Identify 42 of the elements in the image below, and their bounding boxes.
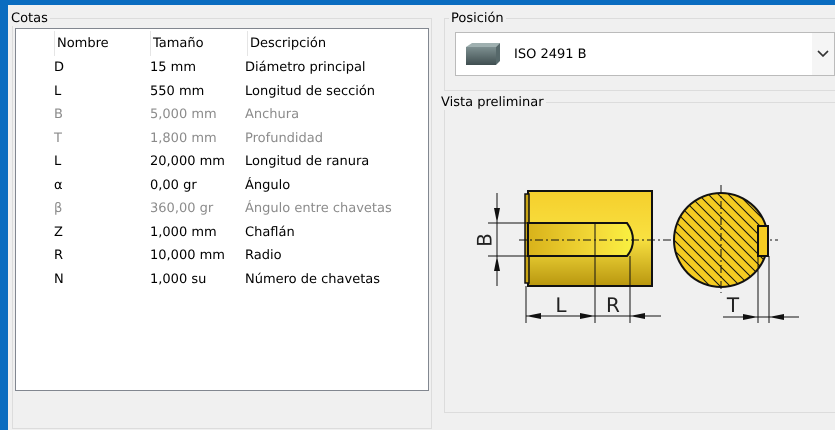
group-title: Cotas	[10, 11, 49, 26]
table-cell-text: L	[54, 84, 62, 99]
table-cell-text: 0,00 gr	[150, 178, 198, 193]
table-cell-text: 1,000 su	[150, 272, 208, 287]
table-cell: Diámetro principal	[245, 60, 366, 76]
table-cell: Ángulo	[245, 178, 290, 193]
dimension-label: L	[555, 293, 567, 317]
group-title: Vista preliminar	[440, 95, 545, 110]
table-cell: Profundidad	[245, 130, 324, 146]
dimension-label: T	[726, 293, 740, 317]
table-cell-text: Z	[54, 224, 64, 240]
table-cell-text: D	[54, 60, 66, 76]
column-header[interactable]: Nombre	[54, 31, 150, 56]
table-cell: Número de chavetas	[245, 272, 380, 287]
table-cell: Chaflán	[245, 224, 295, 240]
dimension-label: R	[606, 293, 620, 317]
table-cell: Longitud de ranura	[245, 154, 370, 170]
table-cell: Anchura	[245, 107, 300, 122]
column-header[interactable]: Tamaño	[150, 31, 247, 56]
column-header[interactable]: Descripción	[247, 31, 428, 56]
table-cell-text: L	[54, 154, 62, 170]
table-cell: Ángulo entre chavetas	[245, 201, 392, 216]
table-cell-text: 1,800 mm	[150, 130, 218, 146]
table-cell-text: 5,000 mm	[150, 107, 218, 122]
table-cell-text: α	[54, 178, 64, 193]
position-dropdown[interactable]: ISO 2491 B	[455, 32, 835, 76]
table-cell-text: R	[54, 248, 64, 264]
table-cell-text: β	[54, 201, 64, 216]
table-cell-text: 360,00 gr	[150, 201, 214, 216]
table-cell-text: 550 mm	[150, 84, 206, 99]
group-title: Posición	[450, 11, 505, 26]
table-cell-text: 20,000 mm	[150, 154, 226, 170]
table-cell-text: 15 mm	[150, 60, 198, 76]
table-cell-text: T	[54, 130, 63, 146]
table-cell-text: 1,000 mm	[150, 224, 218, 240]
table-cell-text: B	[54, 107, 64, 122]
table-cell-text: 10,000 mm	[150, 248, 226, 264]
dimension-label: B	[472, 233, 496, 247]
table-cell-text: N	[54, 272, 65, 287]
table-cell: Longitud de sección	[245, 84, 376, 99]
table-cell: Radio	[245, 248, 282, 264]
chevron-down-icon	[817, 50, 829, 58]
